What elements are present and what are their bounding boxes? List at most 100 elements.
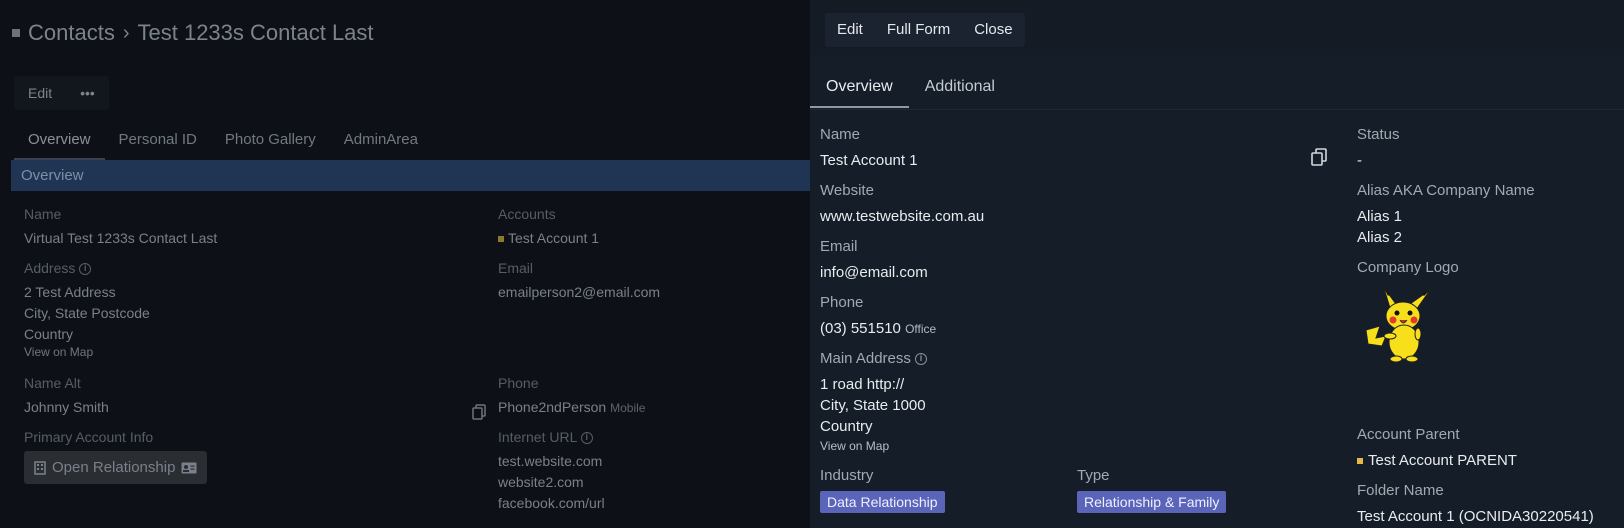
phone-type: Office	[905, 322, 937, 336]
left-phone-field: Phone Phone2ndPerson Mobile	[498, 375, 645, 419]
folder-name-value: Test Account 1 (OCNIDA30220541)	[1357, 508, 1594, 525]
alias-label: Alias AKA Company Name	[1357, 182, 1535, 199]
left-tabs: Overview Personal ID Photo Gallery Admin…	[14, 128, 432, 160]
alias-line-2: Alias 2	[1357, 229, 1403, 246]
left-email-value[interactable]: emailperson2@email.com	[498, 282, 660, 303]
left-internet-label-text: Internet URL	[498, 429, 577, 445]
breadcrumb-current: Test 1233s Contact Last	[137, 20, 374, 45]
alias-line-1: Alias 1	[1357, 208, 1403, 225]
left-phone-number: Phone2ndPerson	[498, 399, 607, 415]
left-more-button[interactable]: •••	[66, 76, 109, 110]
left-internet-label: Internet URL i	[498, 429, 605, 445]
panel-toolbar: Edit Full Form Close	[825, 13, 1025, 47]
alias-field: Alias AKA Company Name Alias 1 Alias 2	[1357, 182, 1535, 248]
left-name-alt-field: Name Alt Johnny Smith	[24, 375, 109, 418]
left-accounts-field: Accounts Test Account 1	[498, 206, 599, 249]
left-primary-account-label: Primary Account Info	[24, 429, 154, 445]
left-tab-adminarea[interactable]: AdminArea	[330, 128, 432, 160]
left-address-line-2: City, State Postcode	[24, 305, 150, 321]
building-icon	[34, 460, 46, 475]
left-edit-button[interactable]: Edit	[14, 76, 66, 110]
status-value: -	[1357, 152, 1362, 169]
tab-additional[interactable]: Additional	[909, 68, 1011, 108]
panel-edit-button[interactable]: Edit	[825, 13, 875, 47]
info-icon[interactable]: i	[915, 353, 928, 366]
left-phone-type: Mobile	[610, 401, 646, 415]
left-view-on-map-link[interactable]: View on Map	[24, 345, 150, 359]
panel-close-button[interactable]: Close	[962, 13, 1024, 47]
left-name-alt-value: Johnny Smith	[24, 399, 109, 415]
name-value: Test Account 1	[820, 152, 918, 169]
main-address-label-text: Main Address	[820, 350, 911, 367]
left-name-value: Virtual Test 1233s Contact Last	[24, 230, 218, 246]
left-primary-account-field: Primary Account Info Open Relationship	[24, 429, 208, 484]
info-icon[interactable]: i	[79, 263, 92, 276]
left-accounts-value[interactable]: Test Account 1	[498, 228, 599, 249]
main-address-line-3: Country	[820, 418, 873, 435]
status-label: Status	[1357, 126, 1400, 143]
open-relationship-button[interactable]: Open Relationship	[24, 451, 208, 484]
website-field: Website www.testwebsite.com.au	[820, 182, 984, 227]
tab-overview[interactable]: Overview	[810, 68, 909, 108]
phone-number: (03) 551510	[820, 320, 901, 337]
main-address-line-2: City, State 1000	[820, 397, 926, 414]
left-accounts-label: Accounts	[498, 206, 556, 222]
left-address-line-1: 2 Test Address	[24, 284, 116, 300]
panel-full-form-button[interactable]: Full Form	[875, 13, 962, 47]
view-on-map-link[interactable]: View on Map	[820, 439, 927, 453]
website-value[interactable]: www.testwebsite.com.au	[820, 206, 984, 227]
left-tab-personal-id[interactable]: Personal ID	[105, 128, 211, 160]
type-field: Type Relationship & Family	[1077, 467, 1227, 513]
breadcrumb-separator: ›	[122, 21, 130, 44]
left-address-label: Address i	[24, 260, 150, 276]
left-internet-field: Internet URL i test.website.com website2…	[498, 429, 605, 514]
tabs-divider	[810, 109, 1624, 110]
name-label: Name	[820, 126, 861, 143]
folder-name-label: Folder Name	[1357, 482, 1444, 499]
left-email-field: Email emailperson2@email.com	[498, 260, 660, 303]
company-logo-field: Company Logo	[1357, 259, 1459, 283]
left-internet-url-3[interactable]: facebook.com/url	[498, 493, 605, 514]
account-dot-icon	[498, 236, 504, 243]
main-address-field: Main Address i 1 road http:// City, Stat…	[820, 350, 928, 453]
email-value[interactable]: info@email.com	[820, 262, 928, 283]
copy-icon[interactable]	[472, 404, 486, 420]
info-icon[interactable]: i	[580, 432, 593, 445]
left-internet-url-2[interactable]: website2.com	[498, 472, 605, 493]
phone-label: Phone	[820, 294, 864, 311]
left-name-field: Name Virtual Test 1233s Contact Last	[24, 206, 217, 249]
company-logo-label: Company Logo	[1357, 259, 1459, 276]
left-tab-overview[interactable]: Overview	[14, 128, 105, 160]
left-email-label: Email	[498, 260, 534, 276]
account-parent-value-text: Test Account PARENT	[1368, 452, 1517, 469]
account-dot-icon	[1357, 458, 1363, 465]
left-address-field: Address i 2 Test Address City, State Pos…	[24, 260, 150, 359]
phone-field: Phone (03) 551510 Office	[820, 294, 936, 340]
industry-field: Industry Data Relationship	[820, 467, 945, 513]
industry-tag[interactable]: Data Relationship	[820, 491, 945, 513]
panel-tabs: Overview Additional	[810, 68, 1011, 108]
industry-label: Industry	[820, 467, 874, 484]
type-tag[interactable]: Relationship & Family	[1077, 491, 1227, 513]
main-address-label: Main Address i	[820, 350, 928, 367]
website-label: Website	[820, 182, 874, 199]
breadcrumb-root[interactable]: Contacts	[28, 20, 115, 46]
contacts-icon	[12, 29, 20, 37]
type-label: Type	[1077, 467, 1110, 484]
copy-icon[interactable]	[1311, 148, 1327, 166]
left-phone-value[interactable]: Phone2ndPerson Mobile	[498, 397, 645, 419]
account-parent-label: Account Parent	[1357, 426, 1460, 443]
breadcrumb: Contacts › Test 1233s Contact Last	[12, 20, 374, 46]
account-parent-value[interactable]: Test Account PARENT	[1357, 450, 1517, 471]
left-address-line-3: Country	[24, 326, 74, 342]
folder-name-field: Folder Name Test Account 1 (OCNIDA302205…	[1357, 482, 1594, 527]
open-relationship-label: Open Relationship	[52, 459, 176, 476]
pikachu-logo[interactable]	[1360, 286, 1446, 366]
phone-value[interactable]: (03) 551510 Office	[820, 318, 936, 340]
left-toolbar: Edit •••	[14, 76, 109, 110]
left-internet-url-1[interactable]: test.website.com	[498, 451, 605, 472]
account-parent-field: Account Parent Test Account PARENT	[1357, 426, 1517, 471]
left-tab-photo-gallery[interactable]: Photo Gallery	[211, 128, 330, 160]
left-accounts-value-text: Test Account 1	[508, 230, 600, 246]
left-address-label-text: Address	[24, 260, 76, 276]
